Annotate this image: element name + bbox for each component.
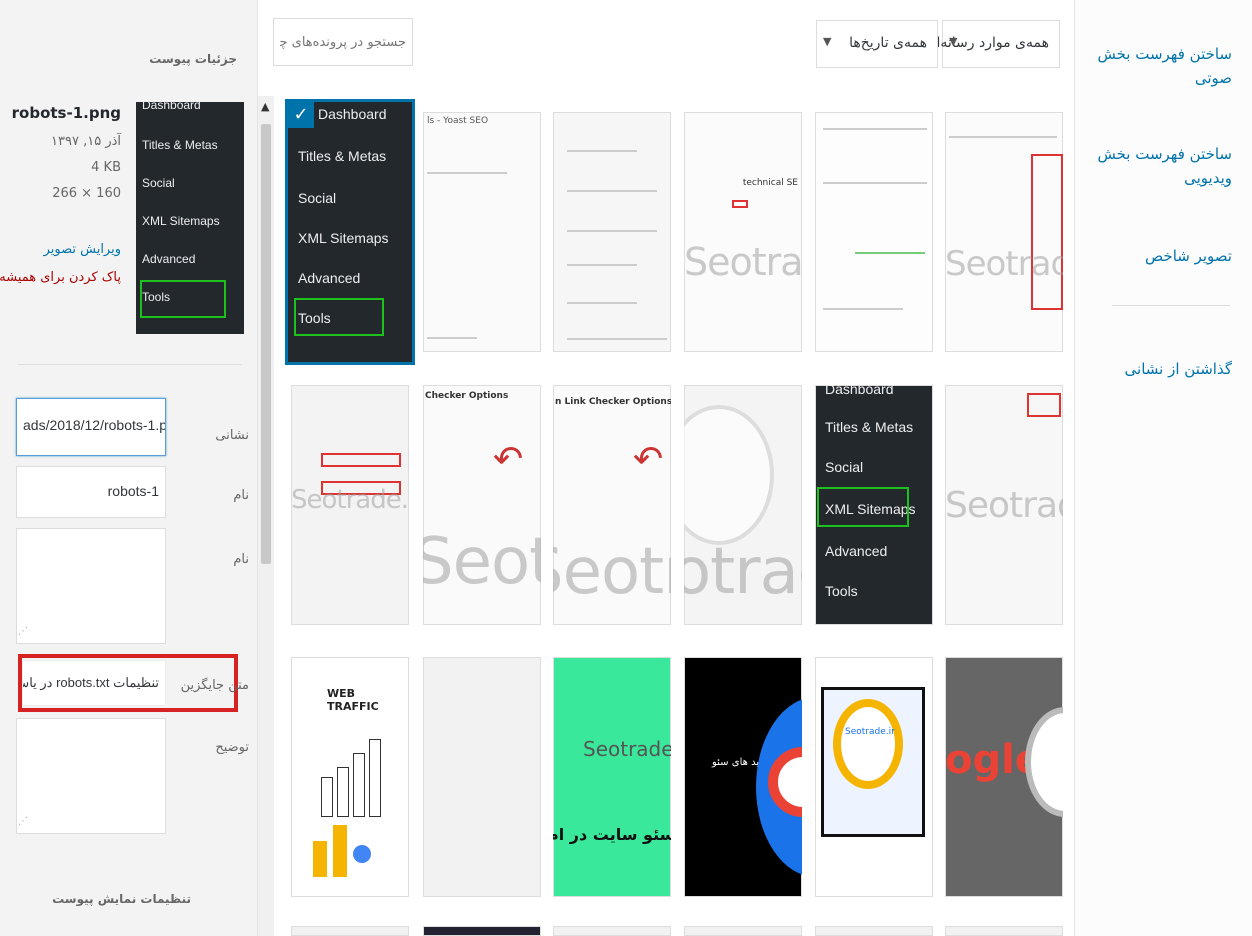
- checkmark-icon[interactable]: ✓: [288, 102, 314, 128]
- preview-label: Titles & Metas: [298, 148, 387, 164]
- thumb-text: technical SE: [742, 178, 798, 188]
- description-label: توضیح: [215, 740, 249, 755]
- description-field[interactable]: [16, 718, 166, 834]
- attachment-thumbnail[interactable]: [684, 926, 802, 936]
- preview-label: Titles & Metas: [142, 138, 218, 152]
- thumb-text: n Link Checker Options: [555, 397, 671, 407]
- attachment-thumbnail[interactable]: [815, 926, 933, 936]
- watermark-text: Seotrade.ir: [291, 485, 409, 515]
- attachment-thumbnail[interactable]: WEB TRAFFIC: [291, 657, 409, 897]
- url-field[interactable]: ads/2018/12/robots-1.png: [16, 398, 166, 456]
- caption-label: نام: [233, 552, 249, 567]
- edit-image-link[interactable]: ویرایش تصویر: [44, 242, 121, 257]
- attachment-thumbnail[interactable]: n Link Checker Options ↶ Seotrade.ir: [553, 385, 671, 625]
- thumb-text: WEB TRAFFIC: [327, 687, 379, 713]
- preview-label: Titles & Metas: [825, 419, 914, 435]
- preview-label: Social: [142, 176, 175, 190]
- display-settings-heading: تنظیمات نمایش پیوست: [52, 892, 191, 906]
- preview-label: XML Sitemaps: [298, 230, 389, 246]
- preview-label: Dashboard: [825, 385, 894, 397]
- grid-scrollbar[interactable]: ▲: [258, 96, 274, 936]
- attachment-thumbnail[interactable]: Seotrade ات سئو سایت در ام: [553, 657, 671, 897]
- highlight-box: [817, 487, 909, 527]
- attachment-thumbnail[interactable]: Dashboard Titles & Metas Social XML Site…: [815, 385, 933, 625]
- attachment-thumbnail[interactable]: [423, 657, 541, 897]
- scroll-up-icon[interactable]: ▲: [261, 100, 269, 113]
- preview-label: Dashboard: [318, 106, 387, 122]
- attachment-preview: Dashboard Titles & Metas Social XML Site…: [136, 102, 244, 334]
- attachment-date: آذر ۱۵, ۱۳۹۷: [51, 134, 121, 149]
- attachment-thumbnail[interactable]: [553, 926, 671, 936]
- attachment-filename: robots-1.png: [11, 104, 121, 122]
- thumb-text: Seotrade: [583, 737, 671, 761]
- media-type-filter[interactable]: همه‌ی موارد رسانه‌ای ▼: [926, 20, 1060, 68]
- media-type-filter-value: همه‌ی موارد رسانه‌ای: [925, 35, 1049, 51]
- scroll-thumb[interactable]: [261, 124, 271, 564]
- attachment-thumbnail[interactable]: Seotrade.ir: [684, 385, 802, 625]
- url-label: نشانی: [215, 428, 249, 443]
- delete-permanently-link[interactable]: پاک کردن برای همیشه: [0, 270, 121, 285]
- attachment-thumbnail[interactable]: Seotrade.ir: [815, 657, 933, 897]
- watermark-text: Seotrade.ir: [423, 525, 541, 599]
- attachment-thumbnail[interactable]: Seotrade.ir: [291, 385, 409, 625]
- chevron-down-icon: ▼: [949, 35, 958, 48]
- preview-label: Advanced: [825, 543, 888, 559]
- attachment-thumbnail[interactable]: Seotrade.ir: [945, 385, 1063, 625]
- media-search-input[interactable]: [273, 18, 413, 66]
- preview-label: Tools: [825, 583, 858, 599]
- preview-label: Social: [298, 190, 337, 206]
- preview-label: Advanced: [142, 252, 196, 266]
- title-label: نام: [233, 488, 249, 503]
- thumb-text: ات سئو سایت در ام: [553, 825, 671, 844]
- attachment-thumbnail[interactable]: [423, 926, 541, 936]
- caption-field[interactable]: [16, 528, 166, 644]
- chevron-down-icon: ▼: [823, 35, 832, 48]
- title-field[interactable]: robots-1: [16, 466, 166, 518]
- watermark-text: Seotrade.ir: [684, 535, 802, 609]
- attachment-thumbnail[interactable]: [291, 926, 409, 936]
- thumb-text: Seotrade.ir: [845, 727, 895, 737]
- highlight-box: [140, 280, 226, 318]
- create-audio-playlist-link[interactable]: ساختن فهرست بخش صوتی: [1092, 42, 1232, 90]
- attachment-thumbnail[interactable]: Checker Options ↶ Seotrade.ir: [423, 385, 541, 625]
- attachment-thumbnail[interactable]: technical SE Seotrade.ir: [684, 112, 802, 352]
- featured-image-link[interactable]: تصویر شاخص: [1092, 244, 1232, 268]
- date-filter-value: همه‌ی تاریخ‌ها: [849, 35, 927, 51]
- highlight-box: [294, 298, 384, 336]
- preview-label: Advanced: [298, 270, 361, 286]
- resize-grip-icon[interactable]: ⋰: [18, 626, 28, 637]
- attachment-thumbnail[interactable]: ogle: [945, 657, 1063, 897]
- attachment-dimensions: 266 × 160: [52, 186, 121, 201]
- watermark-text: Seotrade.ir: [553, 535, 671, 609]
- insert-from-url-link[interactable]: گذاشتن از نشانی: [1092, 357, 1232, 381]
- watermark-text: Seotrade.ir: [945, 244, 1063, 284]
- create-video-playlist-link[interactable]: ساختن فهرست بخش ویدیویی: [1092, 142, 1232, 190]
- sidebar-separator: [18, 364, 242, 365]
- preview-label: Dashboard: [142, 102, 201, 112]
- watermark-text: Seotrade.ir: [684, 240, 802, 284]
- resize-grip-icon[interactable]: ⋰: [18, 816, 28, 827]
- preview-label: XML Sitemaps: [142, 214, 220, 228]
- attachment-thumbnail[interactable]: Seotrade.ir: [945, 112, 1063, 352]
- attachment-thumbnail-selected[interactable]: ✓ Dashboard Titles & Metas Social XML Si…: [288, 102, 412, 362]
- attachment-thumbnail[interactable]: ls - Yoast SEO: [423, 112, 541, 352]
- attachment-thumbnail[interactable]: [945, 926, 1063, 936]
- attachment-details-sidebar: جزئیات پیوست Dashboard Titles & Metas So…: [0, 0, 258, 936]
- thumb-text: Checker Options: [425, 391, 509, 401]
- attachment-thumbnail[interactable]: [815, 112, 933, 352]
- alt-text-field[interactable]: تنظیمات robots.txt در یاست: [22, 660, 166, 706]
- media-frame-menu: ساختن فهرست بخش صوتی ساختن فهرست بخش وید…: [1074, 0, 1252, 936]
- date-filter[interactable]: همه‌ی تاریخ‌ها ▼: [816, 20, 938, 68]
- thumb-text: ls - Yoast SEO: [427, 116, 489, 126]
- details-heading: جزئیات پیوست: [149, 52, 237, 66]
- attachment-thumbnail[interactable]: نباید های سئو: [684, 657, 802, 897]
- alt-text-label: متن جایگزین: [180, 678, 249, 693]
- attachment-filesize: 4 KB: [91, 160, 121, 175]
- preview-label: Social: [825, 459, 864, 475]
- menu-separator: [1112, 305, 1230, 306]
- watermark-text: Seotrade.ir: [945, 485, 1063, 526]
- attachment-thumbnail[interactable]: [553, 112, 671, 352]
